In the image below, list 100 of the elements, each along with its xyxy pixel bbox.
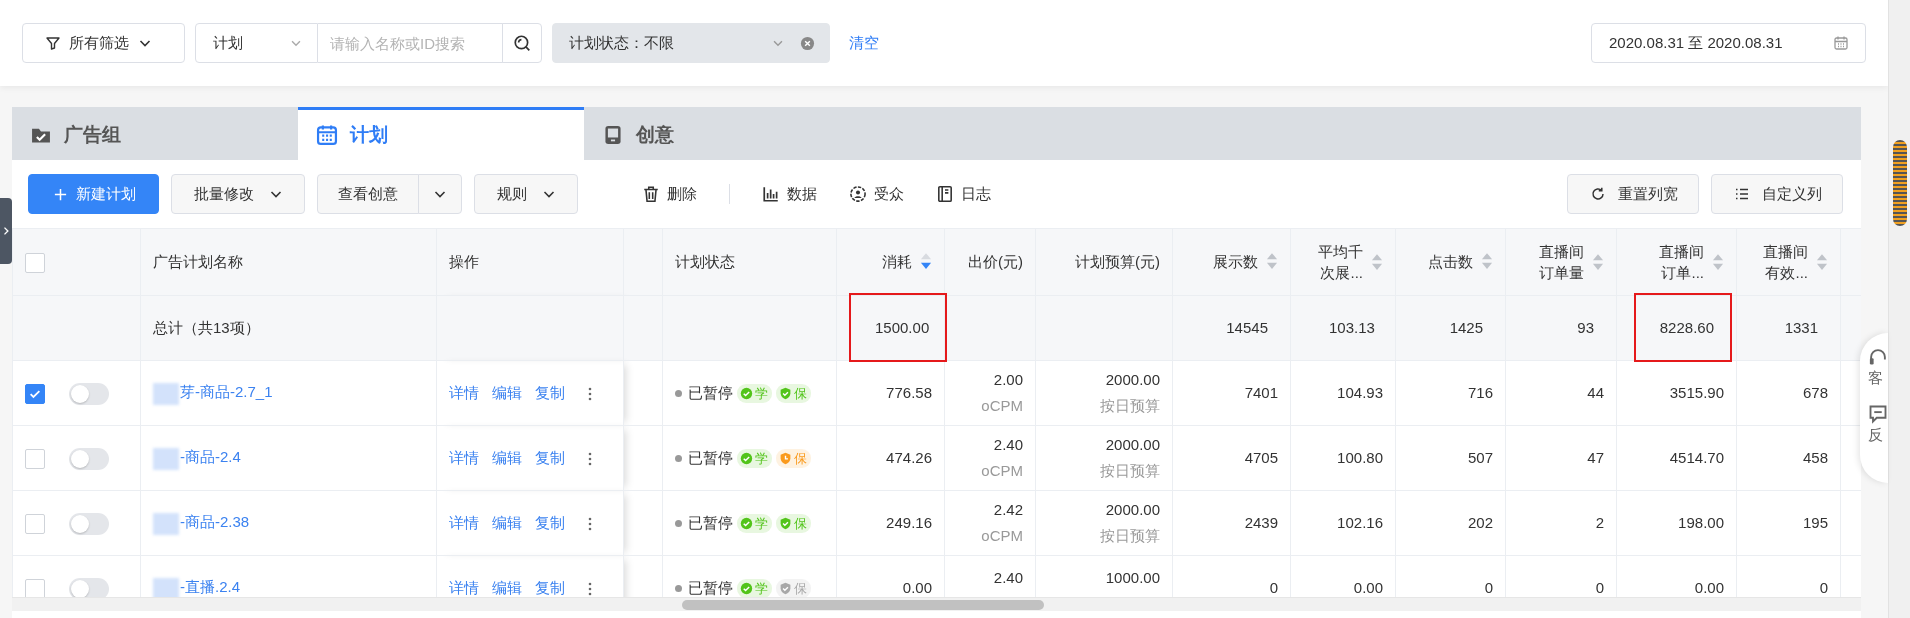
- table-cell: 716: [1467, 383, 1493, 401]
- clear-link[interactable]: 清空: [849, 23, 879, 63]
- type-select[interactable]: 计划: [195, 23, 318, 63]
- dropdown-toggle-button[interactable]: [418, 174, 462, 214]
- table-cell: 0: [1595, 578, 1604, 596]
- toolbar-button[interactable]: 重置列宽: [1567, 174, 1699, 214]
- date-range-field[interactable]: 2020.08.31 至 2020.08.31: [1591, 23, 1866, 63]
- status-filter[interactable]: 计划状态：不限: [552, 23, 830, 63]
- tablet-icon: [602, 124, 624, 146]
- toggle-switch[interactable]: [69, 577, 109, 597]
- column-header: 计划预算(元): [1075, 251, 1160, 272]
- total-label: 总计（共13项）: [153, 318, 260, 336]
- checkbox[interactable]: [25, 383, 45, 404]
- table-cell: 47: [1587, 448, 1604, 466]
- sort-icon[interactable]: [1266, 252, 1278, 271]
- side-button[interactable]: 反: [1868, 403, 1888, 446]
- status-text: 已暂停: [688, 448, 733, 466]
- sort-icon[interactable]: [1481, 252, 1493, 271]
- list-icon: [1734, 186, 1750, 202]
- total-cell: 1500.00: [849, 292, 948, 362]
- tab[interactable]: 计划: [298, 107, 584, 160]
- sidebar-toggle[interactable]: [0, 198, 12, 264]
- scrollbar-thumb[interactable]: [682, 600, 1044, 610]
- toolbar-link[interactable]: 受众: [839, 182, 914, 206]
- table-cell: 104.93: [1337, 383, 1383, 401]
- table-cell: 0.00: [902, 578, 932, 596]
- table-cell-text: 2000.00: [1104, 370, 1160, 390]
- sort-icon[interactable]: [1816, 253, 1828, 271]
- sort-icon[interactable]: [1712, 253, 1724, 271]
- toggle-switch[interactable]: [69, 382, 109, 405]
- shield-check-icon: [779, 517, 792, 531]
- action-link[interactable]: 详情: [449, 578, 479, 596]
- table-cell: 507: [1467, 448, 1493, 466]
- toggle-switch[interactable]: [69, 447, 109, 470]
- plan-name-link[interactable]: -直播.2.4: [180, 578, 240, 596]
- total-cell-text: 1331: [1783, 317, 1819, 338]
- plan-name-link[interactable]: 芽-商品-2.7_1: [180, 383, 273, 401]
- shield-check-icon: [779, 387, 792, 401]
- bid-mode: oCPM: [980, 526, 1023, 546]
- action-link[interactable]: 编辑: [492, 578, 522, 596]
- search-button[interactable]: [502, 23, 542, 63]
- table-cell: 678: [1802, 383, 1828, 401]
- badge: 保: [776, 579, 811, 597]
- table-cell-text: 2.42: [992, 500, 1023, 520]
- action-link[interactable]: 编辑: [492, 448, 522, 466]
- sort-icon[interactable]: [1371, 253, 1383, 271]
- action-link[interactable]: 复制: [535, 513, 565, 531]
- toolbar-link[interactable]: 删除: [632, 182, 707, 206]
- table-cell-text: 2.40: [992, 568, 1023, 588]
- view-button[interactable]: 查看创意: [317, 174, 419, 214]
- dropdown-button[interactable]: 批量修改: [171, 174, 305, 214]
- scrollbar[interactable]: [1888, 0, 1910, 618]
- status-dot: [675, 585, 682, 593]
- status-text: 已暂停: [688, 383, 733, 401]
- action-link[interactable]: 复制: [535, 448, 565, 466]
- badge: 学: [737, 514, 772, 534]
- search-field[interactable]: 请输入名称或ID搜索: [318, 23, 503, 63]
- table-cell: 198.00: [1678, 513, 1724, 531]
- new-plan-button[interactable]: 新建计划: [28, 174, 159, 214]
- table-cell: 44: [1587, 383, 1604, 401]
- status-dot: [675, 455, 682, 463]
- status-text: 已暂停: [688, 513, 733, 531]
- badge: 学: [737, 579, 772, 597]
- table-cell: 0: [1269, 578, 1278, 596]
- dropdown-button[interactable]: 规则: [474, 174, 578, 214]
- plan-name-link[interactable]: -商品-2.4: [180, 448, 241, 466]
- shield-check-icon: [779, 582, 792, 596]
- action-link[interactable]: 复制: [535, 383, 565, 401]
- table-cell: 776.58: [886, 383, 932, 401]
- plan-name-link[interactable]: -商品-2.38: [180, 513, 250, 531]
- budget-type: 按日预算: [1099, 461, 1160, 481]
- check-circle-icon: [740, 452, 753, 466]
- column-header: 平均千 次展...: [1318, 242, 1363, 283]
- filter-button[interactable]: 所有筛选: [22, 23, 185, 63]
- table-cell: 195: [1802, 513, 1828, 531]
- toolbar-button[interactable]: 自定义列: [1711, 174, 1843, 214]
- action-link[interactable]: 详情: [449, 383, 479, 401]
- sort-icon[interactable]: [920, 252, 932, 271]
- action-link[interactable]: 编辑: [492, 383, 522, 401]
- total-cell-text: 103.13: [1328, 317, 1376, 338]
- action-link[interactable]: 详情: [449, 513, 479, 531]
- total-cell-text: 1425: [1448, 317, 1484, 338]
- horizontal-scrollbar[interactable]: [12, 597, 1861, 611]
- total-cell-text: 14545: [1225, 317, 1269, 338]
- action-link[interactable]: 复制: [535, 578, 565, 596]
- toolbar-link[interactable]: 数据: [752, 182, 827, 206]
- table-cell: 3515.90: [1669, 383, 1724, 401]
- calendar-icon: [1833, 35, 1849, 51]
- sort-icon[interactable]: [1592, 253, 1604, 271]
- toolbar-link[interactable]: 日志: [926, 182, 1001, 206]
- action-link[interactable]: 详情: [449, 448, 479, 466]
- calendar-icon: [316, 124, 338, 146]
- table-cell: 202: [1467, 513, 1493, 531]
- action-link[interactable]: 编辑: [492, 513, 522, 531]
- tab[interactable]: 广告组: [12, 107, 298, 160]
- toggle-switch[interactable]: [69, 512, 109, 535]
- tab[interactable]: 创意: [584, 107, 870, 160]
- side-button[interactable]: 客: [1868, 347, 1888, 390]
- scrollbar-thumb[interactable]: [1893, 140, 1907, 226]
- badge: 学: [737, 449, 772, 469]
